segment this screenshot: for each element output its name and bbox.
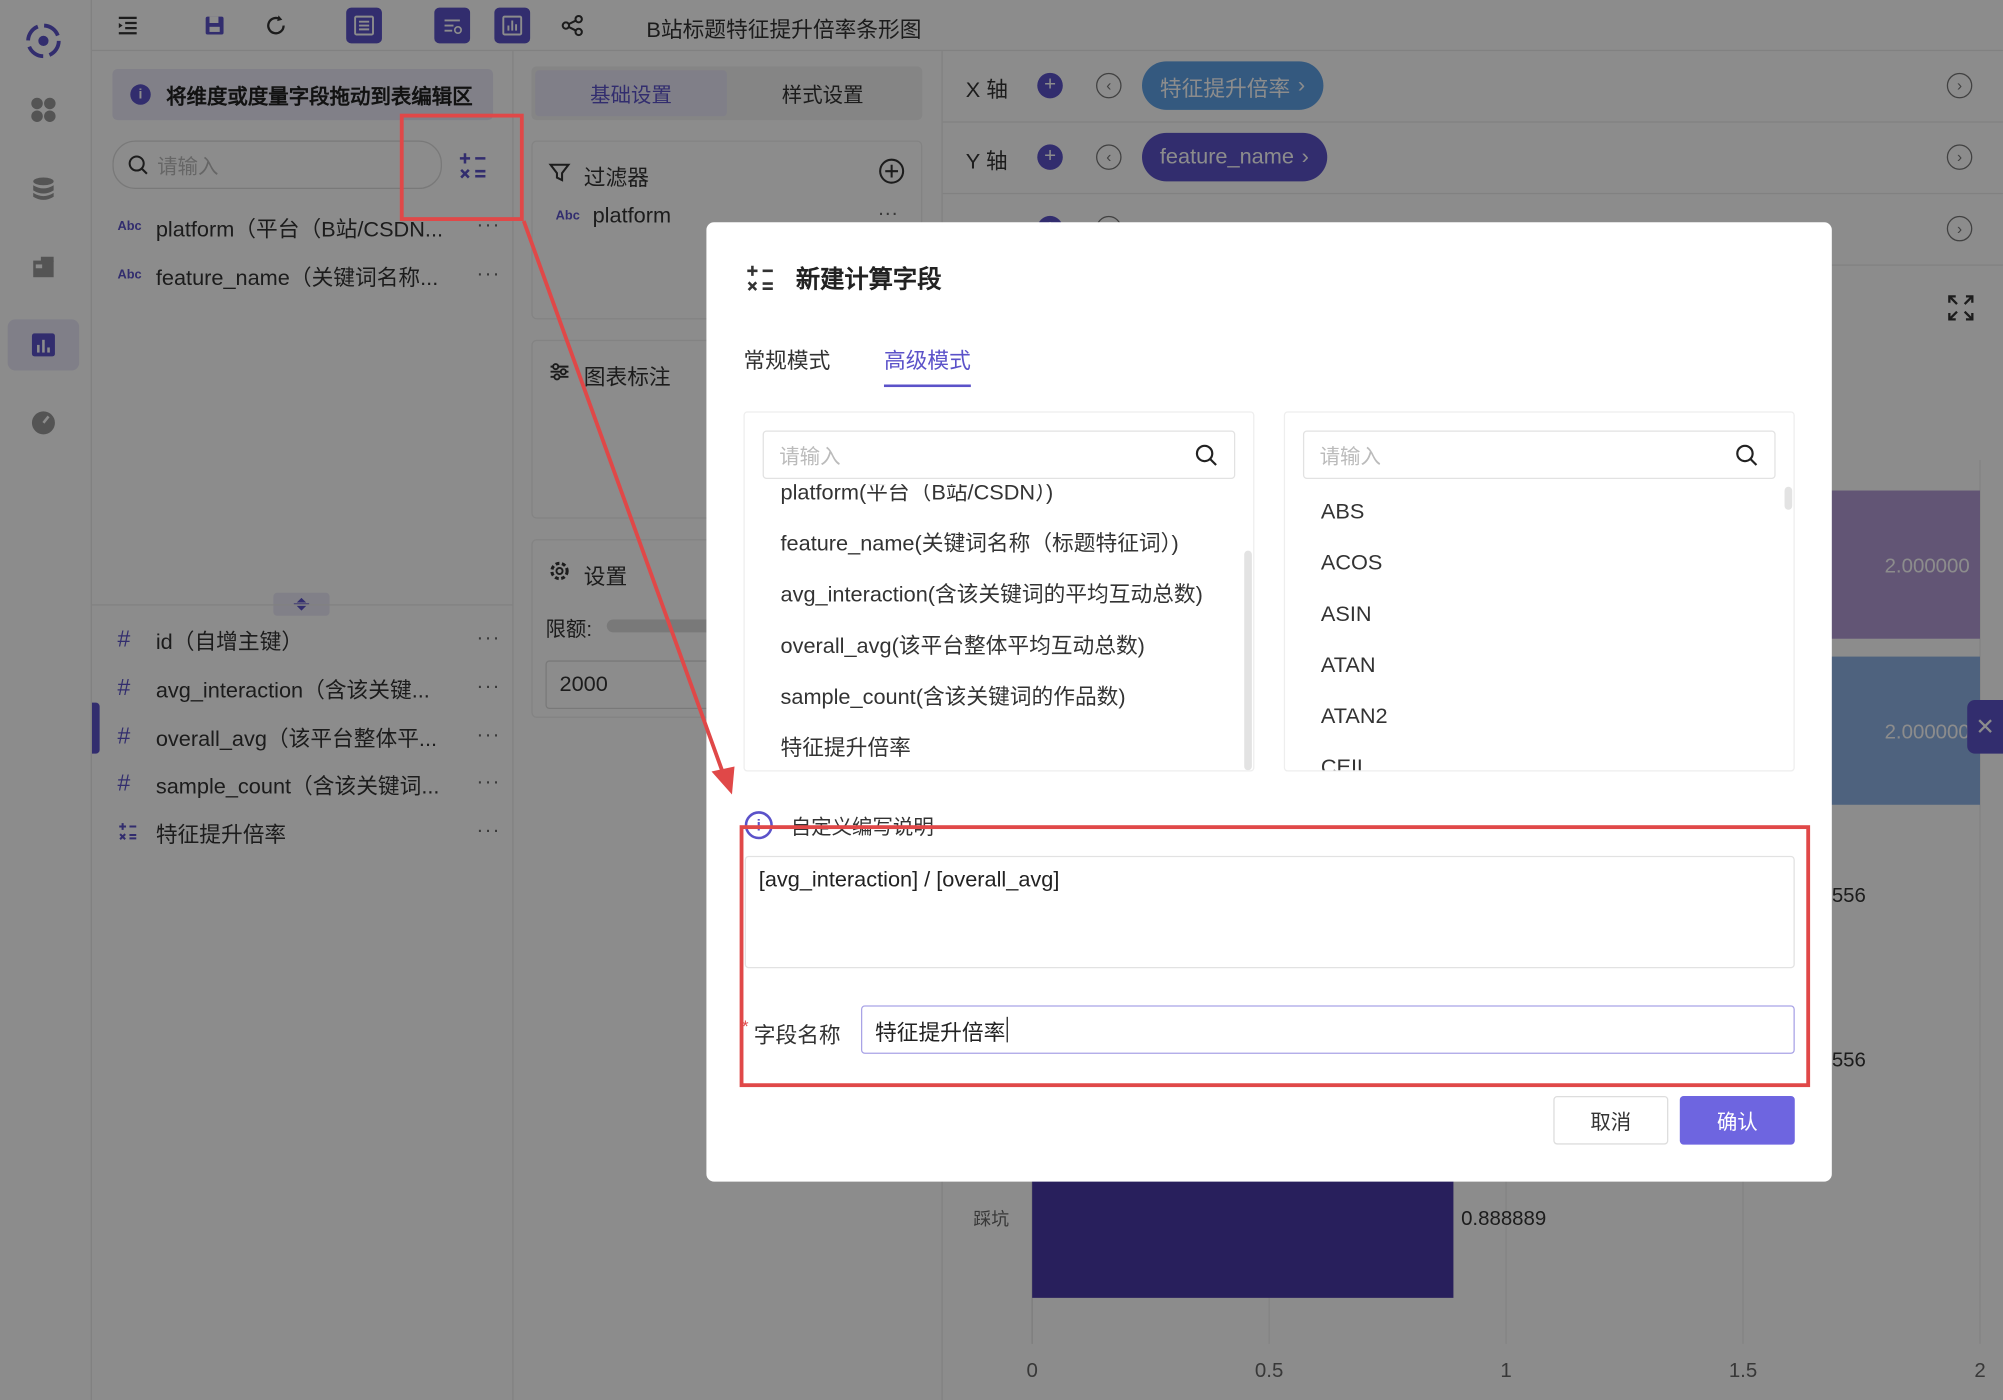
function-list-search-placeholder: 请输入 xyxy=(1319,447,1381,469)
function-list-item[interactable]: ABS xyxy=(1321,499,1364,525)
app-window: B站标题特征提升倍率条形图 i 将维度或度量字段拖动到表编辑区 请输入 Abc … xyxy=(0,0,2003,1400)
field-list-item[interactable]: feature_name(关键词名称（标题特征词）) xyxy=(781,525,1179,557)
cancel-button[interactable]: 取消 xyxy=(1553,1096,1669,1145)
field-list-item[interactable]: platform(平台（B站/CSDN）) xyxy=(781,484,1054,506)
search-icon xyxy=(1736,444,1758,466)
field-list-item[interactable]: overall_avg(该平台整体平均互动总数) xyxy=(781,627,1145,659)
dialog-title: 新建计算字段 xyxy=(795,266,942,294)
field-list-item[interactable]: sample_count(含该关键词的作品数) xyxy=(781,678,1126,710)
function-list-box: 请输入 ABS ACOS ASIN ATAN ATAN2 CEIL xyxy=(1283,411,1795,772)
confirm-button[interactable]: 确认 xyxy=(1679,1096,1795,1145)
field-list-scrollbar[interactable] xyxy=(1244,550,1252,771)
function-list: ABS ACOS ASIN ATAN ATAN2 CEIL xyxy=(1285,484,1793,770)
field-list-search-placeholder: 请输入 xyxy=(779,447,841,469)
field-list-item[interactable]: 特征提升倍率 xyxy=(781,729,911,761)
field-list-item[interactable]: avg_interaction(含该关键词的平均互动总数) xyxy=(781,576,1203,608)
function-list-item[interactable]: ATAN xyxy=(1321,653,1376,679)
function-list-item[interactable]: ATAN2 xyxy=(1321,704,1388,730)
field-list-search[interactable]: 请输入 xyxy=(762,430,1236,480)
mode-tabs: 常规模式 高级模式 xyxy=(743,342,1024,388)
function-list-scrollbar[interactable] xyxy=(1784,486,1793,510)
dialog-header: 新建计算字段 xyxy=(745,261,942,295)
function-list-item[interactable]: ASIN xyxy=(1321,602,1372,628)
highlight-box-formula xyxy=(739,825,1811,1088)
tab-normal-mode[interactable]: 常规模式 xyxy=(743,342,830,387)
search-icon xyxy=(1195,444,1217,466)
function-list-item[interactable]: ACOS xyxy=(1321,551,1383,577)
field-list: platform(平台（B站/CSDN）) feature_name(关键词名称… xyxy=(745,484,1253,770)
calc-field-icon xyxy=(747,265,773,291)
function-list-item[interactable]: CEIL xyxy=(1321,755,1369,770)
field-list-box: 请输入 platform(平台（B站/CSDN）) feature_name(关… xyxy=(743,411,1255,772)
function-list-search[interactable]: 请输入 xyxy=(1302,430,1776,480)
tab-advanced-mode[interactable]: 高级模式 xyxy=(883,342,971,388)
highlight-box-calc-button xyxy=(399,113,524,221)
